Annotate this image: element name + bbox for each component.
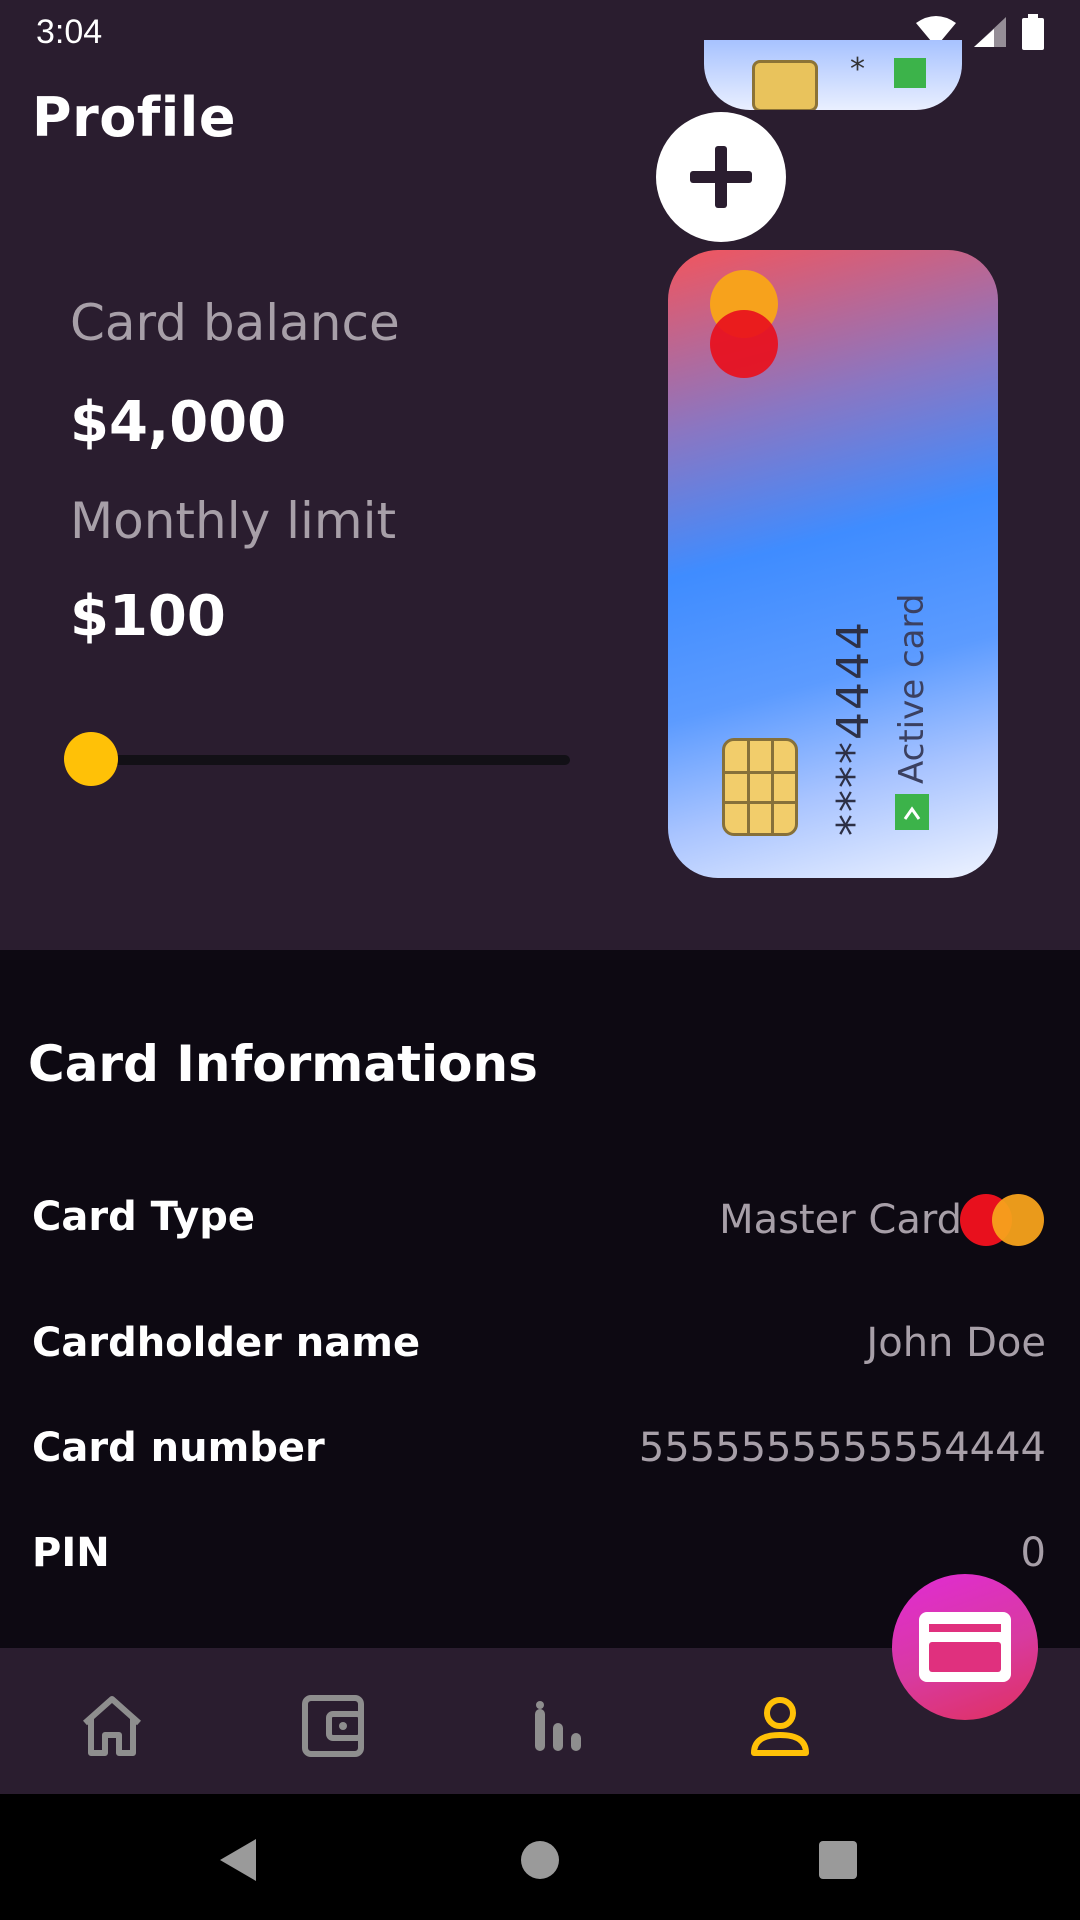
card-type-text: Master Card xyxy=(719,1197,962,1243)
cardholder-name-value: John Doe xyxy=(866,1320,1046,1366)
home-icon xyxy=(83,1696,141,1756)
recents-square-icon xyxy=(819,1841,857,1879)
card-number-value: 5555555555554444 xyxy=(638,1425,1046,1471)
nav-profile[interactable] xyxy=(740,1686,820,1766)
card-status: Active card xyxy=(892,510,932,830)
system-home-button[interactable] xyxy=(510,1830,570,1890)
cards-fab-button[interactable] xyxy=(892,1574,1038,1720)
cardholder-name-label: Cardholder name xyxy=(32,1320,421,1366)
card-type-label: Card Type xyxy=(32,1194,256,1240)
status-time: 3:04 xyxy=(36,12,103,51)
mastercard-icon xyxy=(960,1194,1046,1246)
card-info-title: Card Informations xyxy=(28,1035,538,1093)
nav-stats[interactable] xyxy=(518,1686,598,1766)
system-recents-button[interactable] xyxy=(808,1830,868,1890)
plus-icon xyxy=(690,146,752,208)
card-mask-fragment: * xyxy=(850,52,865,87)
card-number-masked: ****4444 xyxy=(828,620,879,836)
pin-label: PIN xyxy=(32,1530,110,1576)
monthly-limit-label: Monthly limit xyxy=(70,492,397,550)
signal-icon xyxy=(974,17,1006,47)
back-triangle-icon xyxy=(220,1839,256,1881)
add-card-button[interactable] xyxy=(656,112,786,242)
profile-icon xyxy=(751,1697,809,1756)
nav-wallet[interactable] xyxy=(294,1686,374,1766)
credit-card-icon xyxy=(919,1612,1011,1682)
home-circle-icon xyxy=(521,1841,559,1879)
monthly-limit-value: $100 xyxy=(70,584,226,649)
stats-icon xyxy=(535,1701,581,1751)
limit-slider-track[interactable] xyxy=(92,755,570,765)
mastercard-logo-red xyxy=(710,310,778,378)
status-check-fragment xyxy=(894,58,926,88)
active-card[interactable]: ****4444 Active card xyxy=(668,250,998,878)
card-number-label: Card number xyxy=(32,1425,325,1471)
card-type-value: Master Card xyxy=(719,1194,1046,1246)
card-balance-label: Card balance xyxy=(70,294,400,352)
pin-value: 0 xyxy=(1020,1530,1046,1576)
limit-slider-thumb[interactable] xyxy=(64,732,118,786)
battery-icon xyxy=(1022,14,1044,50)
nav-home[interactable] xyxy=(72,1686,152,1766)
page-title: Profile xyxy=(32,86,236,149)
card-chip xyxy=(752,60,818,110)
card-balance-value: $4,000 xyxy=(70,390,287,455)
card-status-label: Active card xyxy=(892,593,932,784)
card-chip xyxy=(722,738,798,836)
system-back-button[interactable] xyxy=(208,1830,268,1890)
wallet-icon xyxy=(302,1695,364,1757)
check-icon xyxy=(895,794,929,830)
secondary-card[interactable]: * xyxy=(704,40,962,110)
